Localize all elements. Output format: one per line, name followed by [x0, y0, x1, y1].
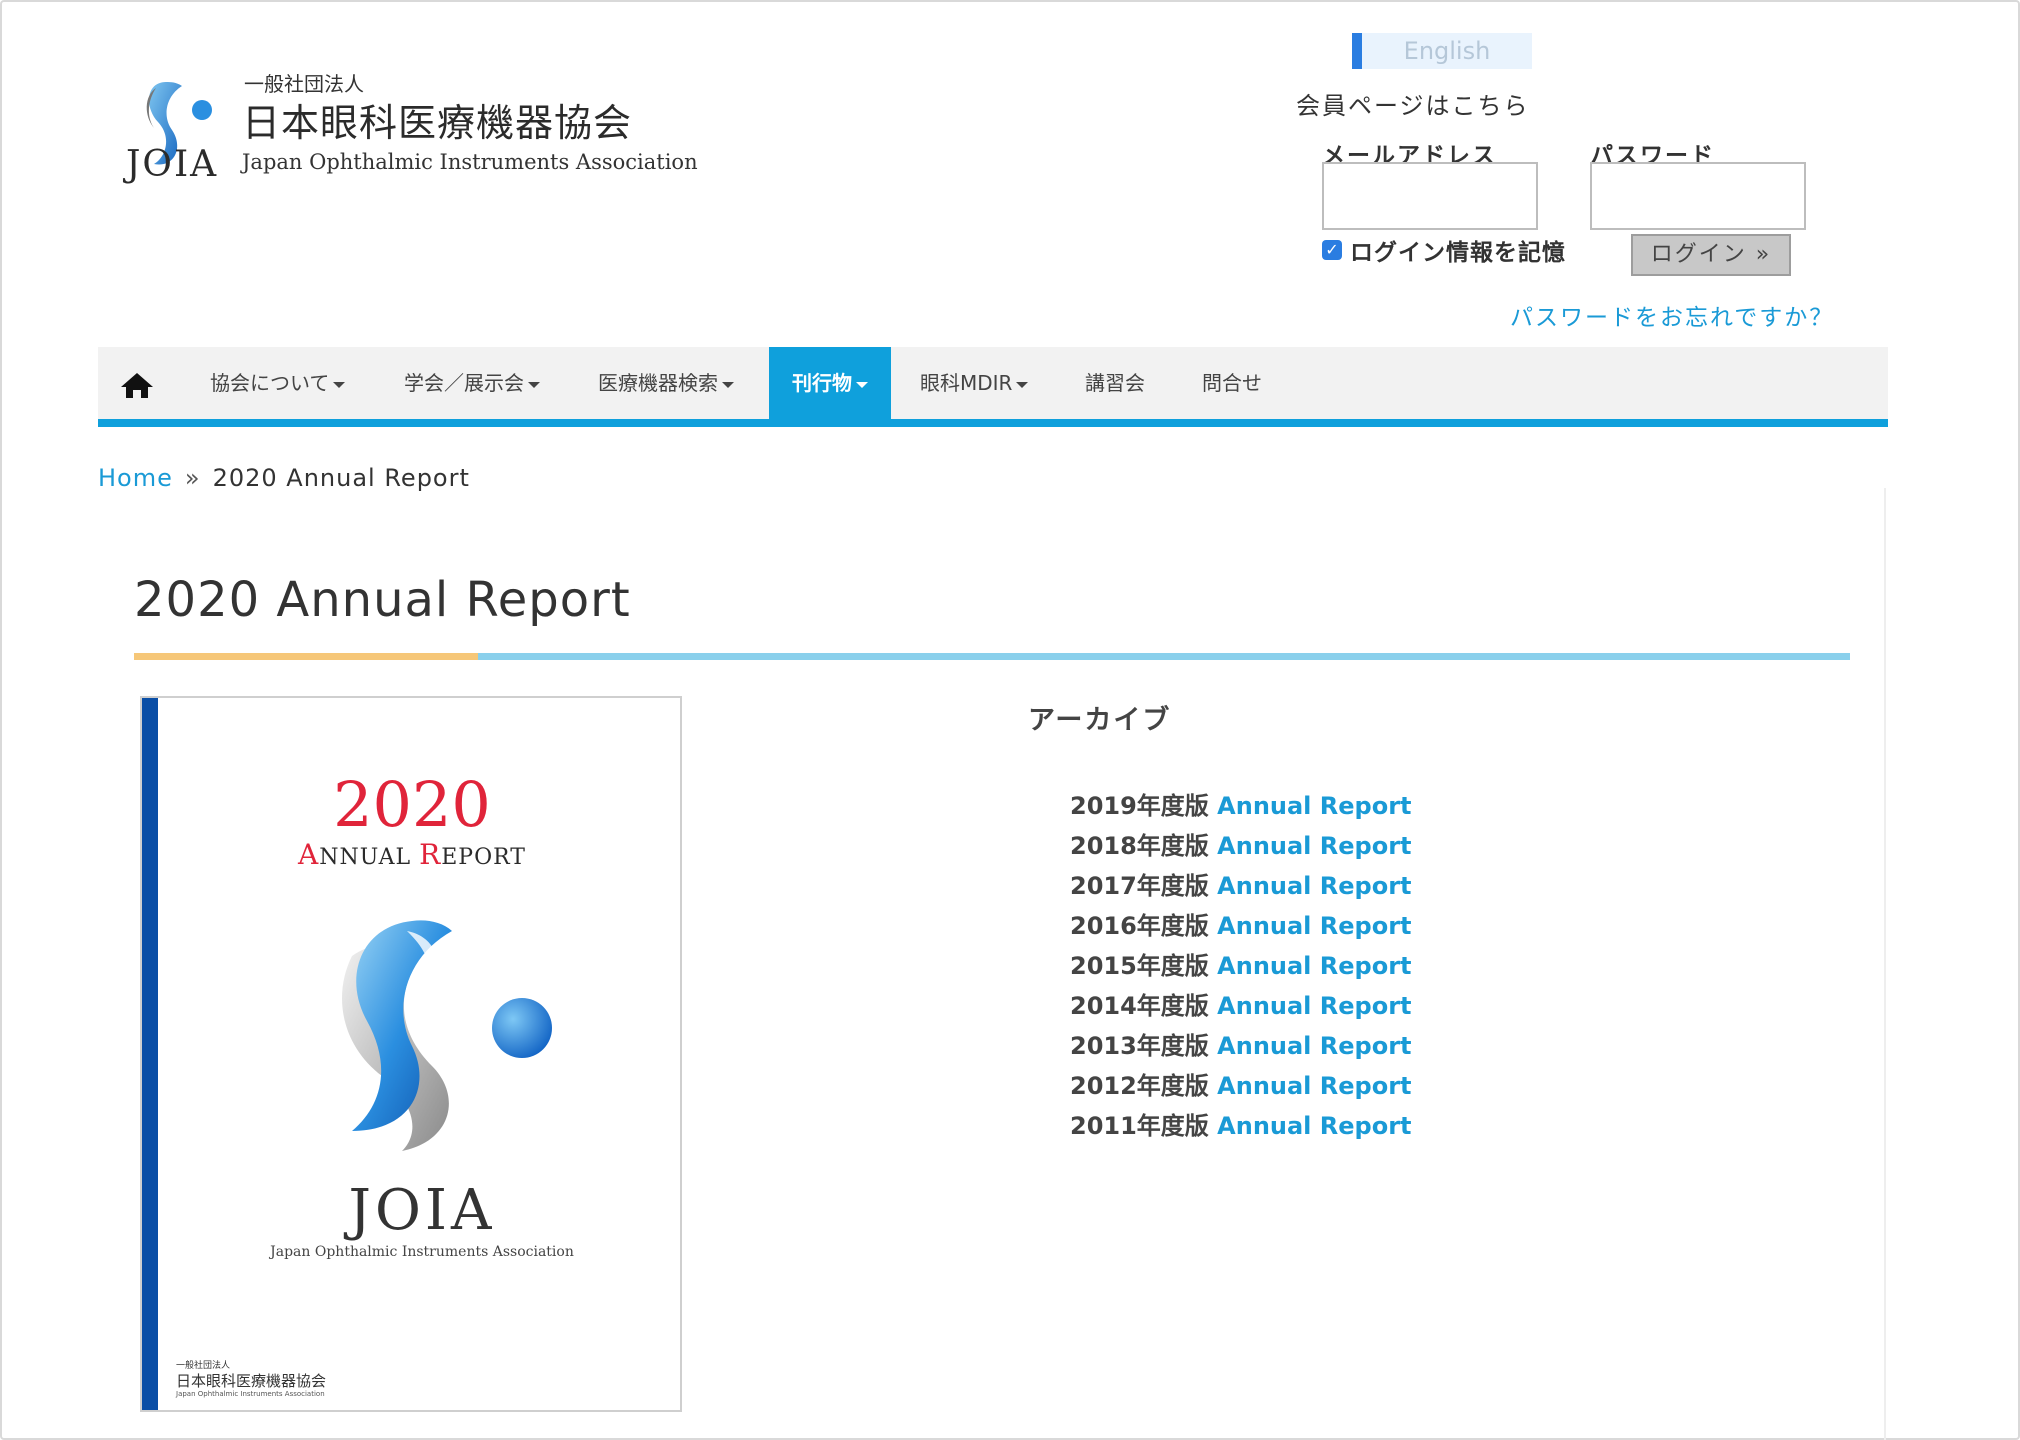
login-button[interactable]: ログイン »: [1631, 234, 1791, 276]
language-button[interactable]: English: [1352, 33, 1532, 69]
page-title: 2020 Annual Report: [134, 572, 631, 628]
list-item: 2015年度版 Annual Report: [1070, 946, 1412, 986]
archive-year: 2013年度版: [1070, 1032, 1218, 1060]
nav-item-label: 眼科MDIR: [920, 371, 1013, 395]
cover-report-word-eport: EPORT: [441, 845, 526, 870]
chevron-down-icon: [1016, 381, 1029, 388]
list-item: 2011年度版 Annual Report: [1070, 1106, 1412, 1146]
annual-report-link[interactable]: Annual Report: [1217, 992, 1411, 1020]
nav-item-contact[interactable]: 問合せ: [1202, 347, 1262, 419]
nav-item-label: 刊行物: [792, 371, 852, 395]
password-field[interactable]: [1590, 162, 1806, 230]
archive-year: 2019年度版: [1070, 792, 1218, 820]
list-item: 2014年度版 Annual Report: [1070, 986, 1412, 1026]
list-item: 2013年度版 Annual Report: [1070, 1026, 1412, 1066]
archive-year: 2011年度版: [1070, 1112, 1218, 1140]
cover-english-name: Japan Ophthalmic Instruments Association: [270, 1244, 574, 1260]
nav-item-label: 医療機器検索: [598, 371, 718, 395]
cover-report-word-nnual: NNUAL: [319, 845, 420, 870]
logo-name: 日本眼科医療機器協会: [242, 101, 633, 145]
nav-item-publications[interactable]: 刊行物: [769, 347, 891, 423]
list-item: 2019年度版 Annual Report: [1070, 786, 1412, 826]
cover-report-title: ANNUAL REPORT: [142, 838, 680, 871]
nav-item-mdir[interactable]: 眼科MDIR: [920, 347, 1029, 419]
archive-year: 2014年度版: [1070, 992, 1218, 1020]
cover-abbr: JOIA: [348, 1178, 496, 1243]
nav-item-seminar[interactable]: 講習会: [1085, 347, 1145, 419]
chevron-down-icon: [856, 381, 868, 388]
nav-item-conference[interactable]: 学会／展示会: [404, 347, 540, 419]
annual-report-link[interactable]: Annual Report: [1217, 912, 1411, 940]
forgot-password-link[interactable]: パスワードをお忘れですか？: [1510, 298, 1834, 332]
cover-small-english: Japan Ophthalmic Instruments Association: [176, 1390, 325, 1398]
archive-list: 2019年度版 Annual Report 2018年度版 Annual Rep…: [1070, 786, 1412, 1146]
joia-cover-mark-icon: [342, 920, 552, 1151]
logo-english-name: Japan Ophthalmic Instruments Association: [242, 150, 698, 174]
breadcrumb: Home » 2020 Annual Report: [98, 464, 470, 492]
list-item: 2018年度版 Annual Report: [1070, 826, 1412, 866]
cover-small-name: 日本眼科医療機器協会: [176, 1372, 327, 1390]
archive-year: 2012年度版: [1070, 1072, 1218, 1100]
archive-year: 2015年度版: [1070, 952, 1218, 980]
chevron-down-icon: [333, 381, 346, 388]
annual-report-link[interactable]: Annual Report: [1217, 792, 1411, 820]
breadcrumb-separator: »: [184, 464, 201, 492]
archive-year: 2018年度版: [1070, 832, 1218, 860]
annual-report-link[interactable]: Annual Report: [1217, 1032, 1411, 1060]
nav-underline: [98, 419, 1888, 427]
logo-abbr: JOIA: [126, 144, 219, 185]
archive-title: アーカイブ: [1028, 705, 1172, 736]
cover-report-initial-a: A: [298, 838, 320, 871]
chevron-down-icon: [722, 381, 734, 388]
site-logo[interactable]: JOIA 一般社団法人 日本眼科医療機器協会 Japan Ophthalmic …: [126, 68, 706, 188]
annual-report-link[interactable]: Annual Report: [1217, 832, 1411, 860]
nav-item-device-search[interactable]: 医療機器検索: [598, 347, 734, 419]
remember-login[interactable]: ✓ ログイン情報を記憶: [1322, 235, 1566, 266]
annual-report-link[interactable]: Annual Report: [1217, 1112, 1411, 1140]
remember-label: ログイン情報を記憶: [1350, 240, 1566, 266]
nav-item-about[interactable]: 協会について: [210, 347, 346, 419]
archive-year: 2017年度版: [1070, 872, 1218, 900]
nav-item-label: 学会／展示会: [404, 371, 524, 395]
list-item: 2017年度版 Annual Report: [1070, 866, 1412, 906]
annual-report-link[interactable]: Annual Report: [1217, 952, 1411, 980]
nav-item-label: 問合せ: [1202, 371, 1262, 395]
main-nav: 協会について 学会／展示会 医療機器検索 刊行物 眼科MDIR 講習会 問合せ: [98, 347, 1888, 423]
annual-report-link[interactable]: Annual Report: [1217, 1072, 1411, 1100]
home-icon[interactable]: [120, 371, 154, 399]
list-item: 2016年度版 Annual Report: [1070, 906, 1412, 946]
cover-year: 2020: [333, 768, 491, 841]
nav-item-label: 協会について: [210, 371, 330, 395]
cover-report-initial-r: R: [419, 838, 442, 871]
annual-report-link[interactable]: Annual Report: [1217, 872, 1411, 900]
member-page-title: 会員ページはこちら: [1296, 92, 1530, 120]
list-item: 2012年度版 Annual Report: [1070, 1066, 1412, 1106]
annual-report-cover[interactable]: 2020 ANNUAL REPORT JOIA Japan Ophthalmic…: [140, 696, 682, 1412]
title-underline-orange: [134, 653, 478, 660]
language-label: English: [1403, 37, 1491, 65]
breadcrumb-home-link[interactable]: Home: [98, 464, 173, 492]
nav-item-label: 講習会: [1085, 371, 1145, 395]
breadcrumb-current: 2020 Annual Report: [212, 464, 470, 492]
language-accent: [1352, 33, 1362, 69]
chevron-down-icon: [528, 381, 540, 388]
archive-year: 2016年度版: [1070, 912, 1218, 940]
content-border: [1884, 488, 1886, 1440]
remember-checkbox[interactable]: ✓: [1322, 240, 1342, 260]
email-field[interactable]: [1322, 162, 1538, 230]
